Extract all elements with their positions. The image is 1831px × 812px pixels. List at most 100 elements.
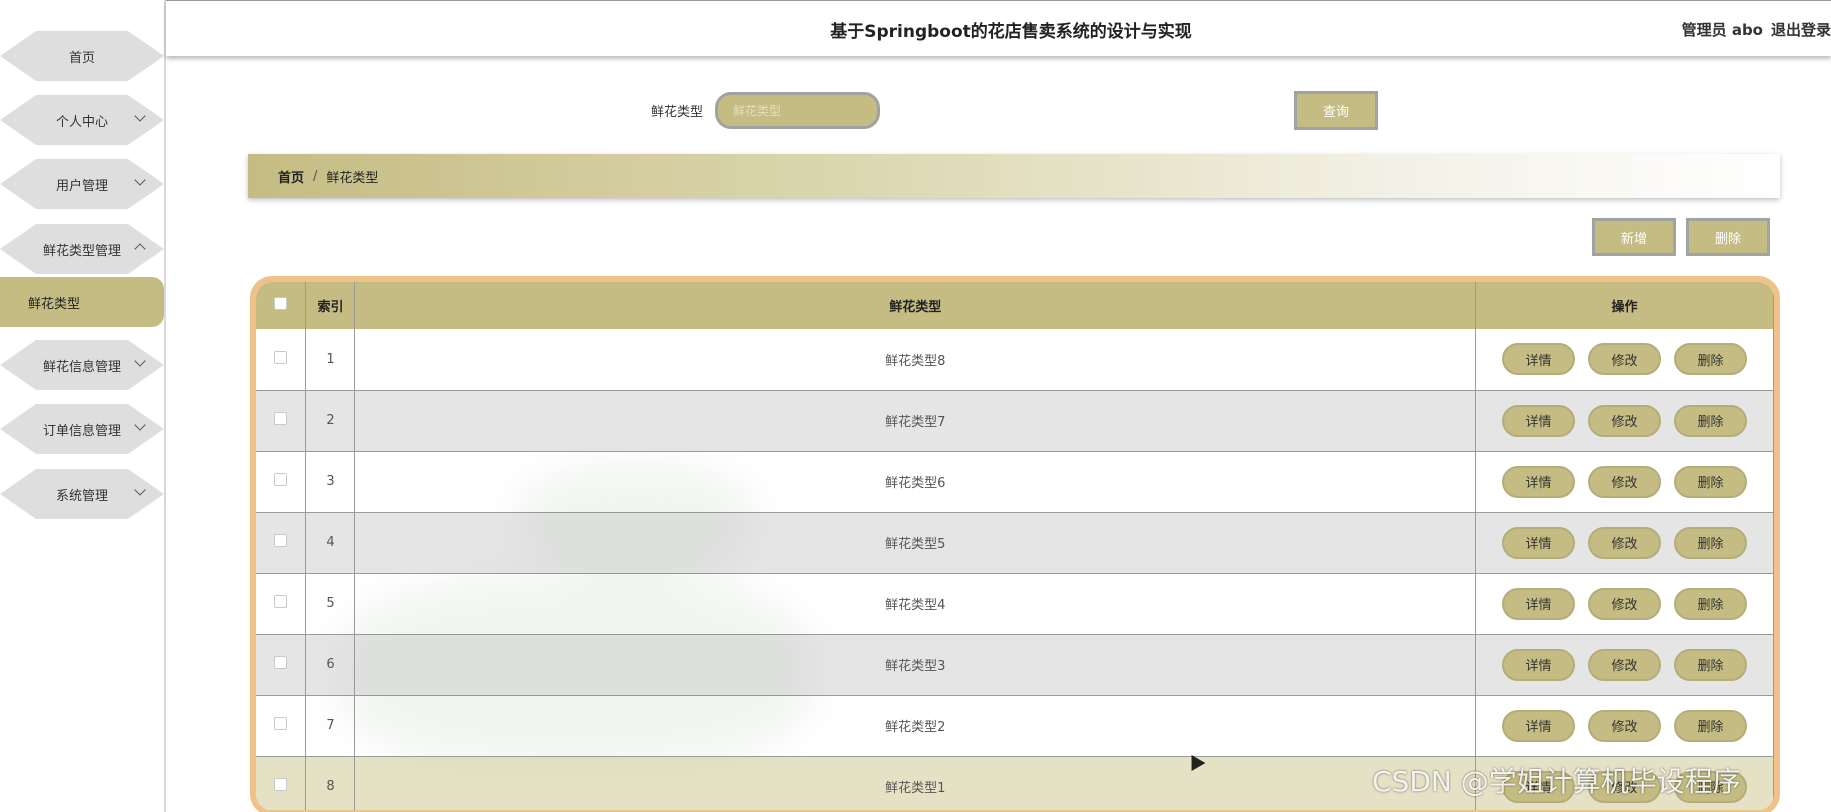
- row-operations: 详情 修改 删除: [1475, 512, 1774, 574]
- sidebar-item-home[interactable]: 首页: [0, 31, 164, 81]
- edit-button[interactable]: 修改: [1588, 343, 1661, 376]
- table-header-row: 索引 鲜花类型 操作: [256, 282, 1774, 329]
- sidebar-item-label: 首页: [68, 50, 95, 66]
- delete-button[interactable]: 删除: [1674, 709, 1747, 742]
- detail-button[interactable]: 详情: [1502, 587, 1575, 620]
- detail-button[interactable]: 详情: [1502, 404, 1575, 437]
- row-actions: 详情 修改 删除: [1476, 648, 1773, 681]
- delete-button[interactable]: 删除: [1674, 465, 1747, 498]
- row-index: 2: [305, 390, 356, 452]
- table-row: 2 鲜花类型7 详情 修改 删除: [256, 390, 1774, 452]
- user-area: 管理员 abo 退出登录: [1674, 19, 1831, 40]
- sidebar-item-flower-type-management[interactable]: 鲜花类型管理: [0, 224, 164, 274]
- detail-button[interactable]: 详情: [1502, 465, 1575, 498]
- sidebar-item-order-management[interactable]: 订单信息管理: [0, 404, 164, 454]
- logout-button[interactable]: 退出登录: [1771, 21, 1831, 39]
- row-actions: 详情 修改 删除: [1476, 709, 1773, 742]
- row-flower-type: 鲜花类型6: [354, 451, 1477, 513]
- row-index: 6: [305, 634, 356, 696]
- column-header-operations: 操作: [1475, 282, 1774, 329]
- detail-button[interactable]: 详情: [1502, 709, 1575, 742]
- sidebar-item-label: 订单信息管理: [42, 423, 121, 439]
- sidebar-item-flower-info-management[interactable]: 鲜花信息管理: [0, 340, 164, 390]
- edit-button[interactable]: 修改: [1588, 587, 1661, 620]
- search-input[interactable]: [715, 92, 880, 129]
- sidebar-subitem-label: 鲜花类型: [28, 296, 81, 312]
- breadcrumb-home[interactable]: 首页: [278, 167, 304, 186]
- edit-button[interactable]: 修改: [1588, 465, 1661, 498]
- table-row: 3 鲜花类型6 详情 修改 删除: [256, 451, 1774, 513]
- row-checkbox[interactable]: [274, 778, 288, 791]
- row-checkbox[interactable]: [274, 412, 288, 425]
- sidebar-item-system-management[interactable]: 系统管理: [0, 469, 164, 519]
- sidebar-item-label: 系统管理: [55, 488, 108, 504]
- row-checkbox[interactable]: [274, 656, 288, 669]
- row-select-cell: [256, 390, 307, 452]
- row-flower-type: 鲜花类型5: [354, 512, 1477, 574]
- data-table: 索引 鲜花类型 操作 1 鲜花类型8 详情 修改 删除 2 鲜花类型7 详情 修改 删除 3 鲜花类型…: [256, 282, 1774, 810]
- row-flower-type: 鲜花类型1: [354, 756, 1477, 810]
- breadcrumb: 首页 / 鲜花类型: [248, 154, 1780, 198]
- row-checkbox[interactable]: [274, 595, 288, 608]
- table-row: 6 鲜花类型3 详情 修改 删除: [256, 634, 1774, 696]
- row-actions: 详情 修改 删除: [1476, 343, 1773, 376]
- row-checkbox[interactable]: [274, 473, 288, 486]
- top-header: 基于Springboot的花店售卖系统的设计与实现 管理员 abo 退出登录: [166, 0, 1831, 56]
- breadcrumb-current: 鲜花类型: [326, 170, 379, 186]
- table-row: 7 鲜花类型2 详情 修改 删除: [256, 695, 1774, 757]
- row-select-cell: [256, 695, 307, 757]
- sidebar-subitem-flower-type[interactable]: 鲜花类型: [0, 277, 164, 327]
- delete-button[interactable]: 删除: [1674, 648, 1747, 681]
- select-all-cell: [256, 282, 307, 329]
- edit-button[interactable]: 修改: [1588, 709, 1661, 742]
- row-operations: 详情 修改 删除: [1475, 634, 1774, 696]
- data-table-frame: 索引 鲜花类型 操作 1 鲜花类型8 详情 修改 删除 2 鲜花类型7 详情 修改 删除 3 鲜花类型…: [250, 276, 1780, 812]
- row-index: 5: [305, 573, 356, 635]
- row-checkbox[interactable]: [274, 717, 288, 730]
- row-actions: 详情 修改 删除: [1476, 587, 1773, 620]
- row-select-cell: [256, 512, 307, 574]
- sidebar-item-personal-center[interactable]: 个人中心: [0, 95, 164, 145]
- sidebar-item-label: 用户管理: [55, 178, 108, 194]
- row-operations: 详情 修改 删除: [1475, 451, 1774, 513]
- edit-button[interactable]: 修改: [1588, 648, 1661, 681]
- row-operations: 详情 修改 删除: [1475, 390, 1774, 452]
- batch-delete-button[interactable]: 删除: [1686, 218, 1770, 256]
- row-select-cell: [256, 634, 307, 696]
- row-actions: 详情 修改 删除: [1476, 404, 1773, 437]
- row-select-cell: [256, 573, 307, 635]
- column-header-flower-type: 鲜花类型: [354, 282, 1477, 329]
- delete-button[interactable]: 删除: [1674, 404, 1747, 437]
- row-flower-type: 鲜花类型7: [354, 390, 1477, 452]
- page-title: 基于Springboot的花店售卖系统的设计与实现: [830, 22, 1192, 42]
- row-select-cell: [256, 329, 307, 391]
- add-button[interactable]: 新增: [1592, 218, 1676, 256]
- delete-button[interactable]: 删除: [1674, 526, 1747, 559]
- delete-button[interactable]: 删除: [1674, 343, 1747, 376]
- edit-button[interactable]: 修改: [1588, 526, 1661, 559]
- detail-button[interactable]: 详情: [1502, 343, 1575, 376]
- sidebar: 首页 个人中心 用户管理 鲜花类型管理 鲜花类型 鲜花信息管理 订单信息管理 系…: [0, 0, 166, 812]
- sidebar-item-user-management[interactable]: 用户管理: [0, 159, 164, 209]
- search-label: 鲜花类型: [651, 105, 704, 120]
- row-flower-type: 鲜花类型2: [354, 695, 1477, 757]
- row-actions: 详情 修改 删除: [1476, 465, 1773, 498]
- delete-button[interactable]: 删除: [1674, 587, 1747, 620]
- edit-button[interactable]: 修改: [1588, 404, 1661, 437]
- detail-button[interactable]: 详情: [1502, 648, 1575, 681]
- row-operations: 详情 修改 删除: [1475, 573, 1774, 635]
- row-flower-type: 鲜花类型8: [354, 329, 1477, 391]
- row-index: 4: [305, 512, 356, 574]
- row-checkbox[interactable]: [274, 534, 288, 547]
- sidebar-item-label: 鲜花信息管理: [42, 359, 121, 375]
- row-index: 3: [305, 451, 356, 513]
- row-checkbox[interactable]: [274, 350, 288, 364]
- row-flower-type: 鲜花类型3: [354, 634, 1477, 696]
- table-row: 4 鲜花类型5 详情 修改 删除: [256, 512, 1774, 574]
- select-all-checkbox[interactable]: [274, 297, 288, 310]
- query-button[interactable]: 查询: [1294, 91, 1378, 130]
- row-operations: 详情 修改 删除: [1475, 695, 1774, 757]
- detail-button[interactable]: 详情: [1502, 526, 1575, 559]
- watermark: CSDN @学姐计算机毕设程序: [1372, 765, 1741, 798]
- sidebar-item-label: 鲜花类型管理: [42, 243, 121, 259]
